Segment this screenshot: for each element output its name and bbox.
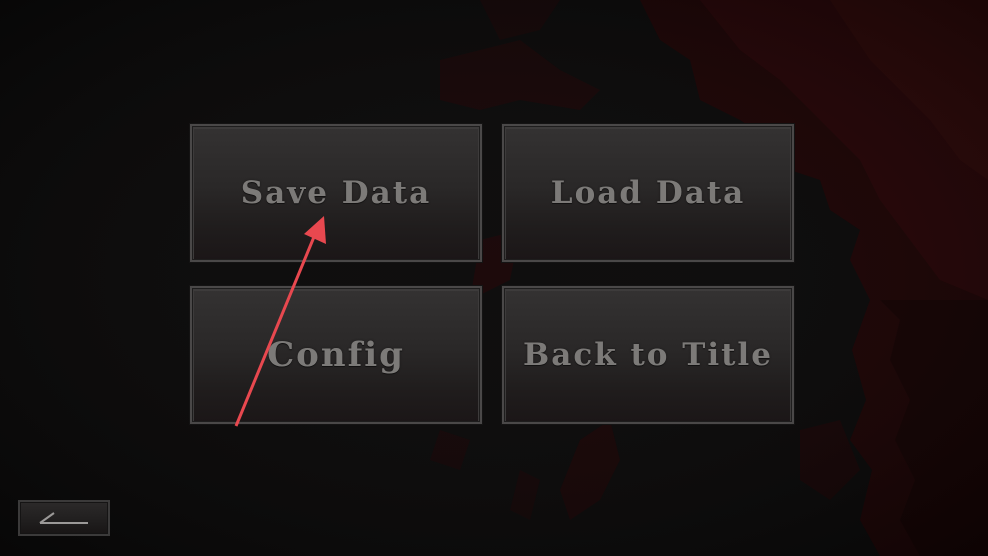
- game-menu-screen: Save Data Load Data Config Back to Title: [0, 0, 988, 556]
- load-data-label: Load Data: [550, 175, 746, 211]
- config-label: Config: [267, 335, 405, 375]
- save-data-button[interactable]: Save Data: [189, 123, 483, 263]
- back-to-title-label: Back to Title: [523, 337, 773, 373]
- config-button[interactable]: Config: [189, 285, 483, 425]
- load-data-button[interactable]: Load Data: [501, 123, 795, 263]
- back-button[interactable]: [18, 500, 110, 536]
- back-to-title-button[interactable]: Back to Title: [501, 285, 795, 425]
- save-data-label: Save Data: [240, 175, 432, 211]
- back-arrow-icon: [39, 512, 88, 524]
- blood-splatter-background: [0, 0, 988, 556]
